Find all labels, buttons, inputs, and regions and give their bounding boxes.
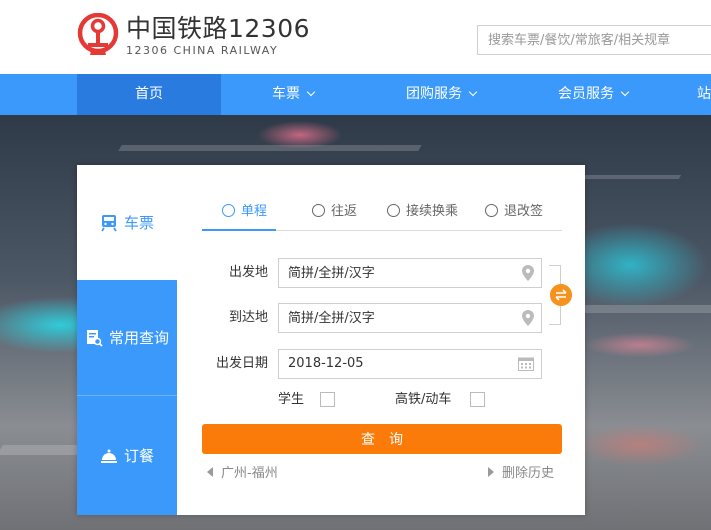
side-tab-tickets[interactable]: 车票 bbox=[77, 165, 177, 280]
triangle-right-icon bbox=[488, 467, 494, 477]
ticket-booking-panel: 车票 常用查询 订餐 单程 往返 接续换乘 退改签 出发地 简拼/全拼/汉字 到… bbox=[77, 165, 585, 515]
tab-transfer[interactable]: 接续换乘 bbox=[387, 195, 458, 231]
recent-search-label: 广州-福州 bbox=[221, 466, 278, 481]
tab-round-trip[interactable]: 往返 bbox=[312, 195, 357, 231]
food-cloche-icon bbox=[100, 449, 117, 463]
nav-item-label: 车票 bbox=[272, 86, 300, 102]
recent-search-link[interactable]: 广州-福州 bbox=[207, 465, 278, 483]
side-tab-label: 车票 bbox=[123, 214, 154, 232]
side-tab-label: 订餐 bbox=[123, 447, 154, 465]
arrival-station-input[interactable] bbox=[278, 303, 542, 333]
departure-label: 出发地 bbox=[228, 265, 268, 280]
side-tab-common-query[interactable]: 常用查询 bbox=[77, 280, 177, 396]
date-row: 出发日期 2018-12-05 bbox=[202, 349, 542, 379]
site-search-input[interactable] bbox=[478, 26, 711, 54]
nav-item-label: 团购服务 bbox=[406, 86, 462, 102]
chevron-down-icon bbox=[468, 87, 478, 97]
date-label: 出发日期 bbox=[215, 356, 268, 371]
nav-item-label: 会员服务 bbox=[558, 86, 614, 102]
trip-tab-label: 单程 bbox=[241, 204, 268, 219]
side-tab-meal-order[interactable]: 订餐 bbox=[77, 396, 177, 515]
ticket-form-area: 单程 往返 接续换乘 退改签 出发地 到达地 bbox=[177, 165, 585, 515]
trip-tab-label: 往返 bbox=[331, 204, 358, 219]
site-search-box bbox=[477, 25, 711, 55]
location-pin-icon bbox=[522, 310, 534, 326]
logo-title-en: 12306 CHINA RAILWAY bbox=[126, 44, 279, 57]
clear-history-link[interactable]: 删除历史 bbox=[488, 465, 554, 483]
side-tabs: 车票 常用查询 订餐 bbox=[77, 165, 177, 515]
nav-item-tickets[interactable]: 车票 bbox=[221, 74, 365, 115]
query-button[interactable]: 查询 bbox=[202, 424, 562, 454]
departure-station-input[interactable] bbox=[278, 258, 542, 288]
departure-date-input[interactable]: 2018-12-05 bbox=[278, 349, 542, 379]
china-railway-logo-icon[interactable] bbox=[77, 13, 119, 57]
site-header: 中国铁路12306 12306 CHINA RAILWAY bbox=[0, 0, 711, 74]
tab-refund-change[interactable]: 退改签 bbox=[485, 195, 543, 231]
location-pin-icon bbox=[522, 265, 534, 281]
student-option-label: 学生 bbox=[278, 392, 305, 407]
transfer-icon bbox=[387, 204, 400, 217]
refund-change-icon bbox=[485, 204, 498, 217]
departure-row: 出发地 bbox=[202, 258, 542, 288]
nav-item-home[interactable]: 首页 bbox=[77, 74, 221, 115]
nav-item-label: 首页 bbox=[135, 86, 163, 102]
round-trip-icon bbox=[312, 204, 325, 217]
student-checkbox[interactable] bbox=[320, 392, 335, 407]
train-icon bbox=[101, 214, 117, 231]
calendar-icon[interactable] bbox=[518, 356, 534, 371]
trip-tab-label: 退改签 bbox=[504, 204, 544, 219]
nav-item-group-service[interactable]: 团购服务 bbox=[365, 74, 517, 115]
swap-stations-icon[interactable] bbox=[550, 284, 572, 306]
nav-item-station[interactable]: 站 bbox=[697, 74, 711, 115]
chevron-down-icon bbox=[306, 87, 316, 97]
chevron-down-icon bbox=[620, 87, 630, 97]
nav-item-label: 站 bbox=[697, 86, 711, 102]
tab-one-way[interactable]: 单程 bbox=[202, 195, 276, 231]
one-way-icon bbox=[222, 204, 235, 217]
document-search-icon bbox=[86, 329, 103, 347]
trip-tab-label: 接续换乘 bbox=[406, 204, 459, 219]
triangle-left-icon bbox=[207, 467, 213, 477]
main-nav: 首页 车票 团购服务 会员服务 站 bbox=[0, 74, 711, 115]
highspeed-checkbox[interactable] bbox=[470, 392, 485, 407]
side-tab-label: 常用查询 bbox=[108, 329, 169, 347]
trip-type-tabs: 单程 往返 接续换乘 退改签 bbox=[202, 195, 562, 231]
logo-title-cn[interactable]: 中国铁路12306 bbox=[126, 14, 310, 44]
highspeed-option-label: 高铁/动车 bbox=[395, 392, 452, 407]
clear-history-label: 删除历史 bbox=[502, 466, 555, 481]
arrival-row: 到达地 bbox=[202, 303, 542, 333]
nav-item-member-service[interactable]: 会员服务 bbox=[517, 74, 669, 115]
arrival-label: 到达地 bbox=[228, 310, 268, 325]
